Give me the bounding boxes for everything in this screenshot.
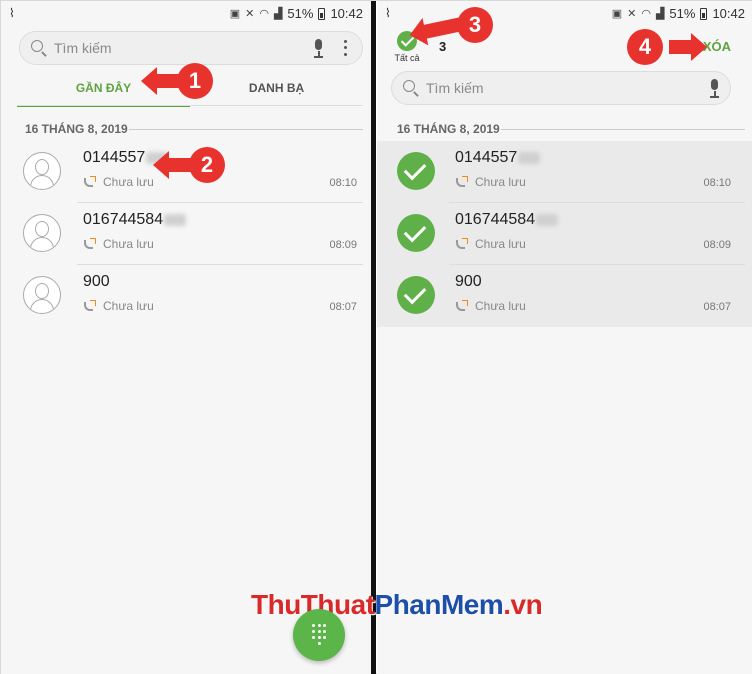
phone-number: 900 [83, 273, 110, 290]
outgoing-call-icon [83, 299, 97, 313]
screenshot-frame: ⌇ ▣ ✕ ◠ ▟ 51% 10:42 Tìm kiếm GẦN ĐÂY DAN… [0, 0, 752, 674]
contact-status: Chưa lưu [103, 237, 154, 251]
battery-icon [318, 7, 326, 20]
search-icon [30, 39, 48, 57]
clock: 10:42 [330, 6, 363, 21]
more-options-icon[interactable] [338, 38, 352, 58]
avatar [23, 152, 61, 190]
call-log-item[interactable]: 900 Chưa lưu 08:07 [1, 265, 371, 327]
section-date-header: 16 THÁNG 8, 2019 [397, 122, 500, 136]
right-phone-screen: ⌇ ▣ ✕ ◠ ▟ 51% 10:42 Tất cả 3 XÓA Tìm kiế… [377, 1, 752, 674]
phone-number: 016744584 [83, 211, 164, 228]
tab-contacts[interactable]: DANH BẠ [190, 69, 363, 107]
selected-check-icon[interactable] [397, 152, 435, 190]
outgoing-call-icon [455, 299, 469, 313]
blurred-digits [164, 213, 187, 226]
contact-status: Chưa lưu [475, 237, 526, 251]
call-log-item[interactable]: 0144557 Chưa lưu 08:10 [1, 141, 371, 203]
delete-button[interactable]: XÓA [703, 39, 731, 54]
mute-icon: ✕ [627, 8, 637, 20]
blurred-digits [536, 213, 559, 226]
call-log-item-selected[interactable]: 016744584 Chưa lưu 08:09 [377, 203, 752, 265]
outgoing-call-icon [83, 237, 97, 251]
search-icon [402, 79, 420, 97]
activity-icon: ⌇ [9, 6, 15, 20]
blurred-digits [518, 151, 541, 164]
contact-status: Chưa lưu [103, 175, 154, 189]
outgoing-call-icon [455, 175, 469, 189]
phone-number: 0144557 [455, 149, 518, 166]
sim-icon: ▣ [229, 8, 241, 20]
sim-icon: ▣ [611, 8, 623, 20]
activity-icon: ⌇ [385, 6, 391, 20]
battery-percent: 51% [287, 6, 314, 21]
left-phone-screen: ⌇ ▣ ✕ ◠ ▟ 51% 10:42 Tìm kiếm GẦN ĐÂY DAN… [1, 1, 371, 674]
search-input[interactable]: Tìm kiếm [54, 40, 306, 56]
phone-number: 016744584 [455, 211, 536, 228]
outgoing-call-icon [83, 175, 97, 189]
battery-icon [700, 7, 708, 20]
select-all-label: Tất cả [394, 53, 420, 63]
outgoing-call-icon [455, 237, 469, 251]
microphone-icon[interactable] [708, 78, 720, 98]
search-bar[interactable]: Tìm kiếm [19, 31, 363, 65]
search-input[interactable]: Tìm kiếm [426, 80, 702, 96]
step-arrow-4 [669, 40, 693, 54]
call-time: 08:10 [329, 177, 357, 189]
search-bar[interactable]: Tìm kiếm [391, 71, 731, 105]
selected-check-icon[interactable] [397, 214, 435, 252]
section-date-header: 16 THÁNG 8, 2019 [25, 122, 128, 136]
status-bar: ⌇ ▣ ✕ ◠ ▟ 51% 10:42 [1, 1, 371, 27]
phone-number: 0144557 [83, 149, 146, 166]
selected-count: 3 [439, 39, 447, 54]
call-time: 08:09 [703, 239, 731, 251]
clock: 10:42 [712, 6, 745, 21]
call-log-item-selected[interactable]: 0144557 Chưa lưu 08:10 [377, 141, 752, 203]
call-time: 08:09 [329, 239, 357, 251]
tab-divider [17, 105, 363, 106]
contact-status: Chưa lưu [103, 299, 154, 313]
call-time: 08:07 [703, 301, 731, 313]
call-time: 08:07 [329, 301, 357, 313]
avatar [23, 276, 61, 314]
signal-icon: ▟ [273, 8, 283, 20]
signal-icon: ▟ [655, 8, 665, 20]
call-log-item-selected[interactable]: 900 Chưa lưu 08:07 [377, 265, 752, 327]
contact-status: Chưa lưu [475, 299, 526, 313]
wifi-icon: ◠ [641, 8, 651, 20]
dialpad-button[interactable] [293, 609, 345, 661]
microphone-icon[interactable] [312, 38, 324, 58]
step-arrow-1 [141, 67, 185, 95]
avatar [23, 214, 61, 252]
section-divider [129, 129, 363, 130]
contact-status: Chưa lưu [475, 175, 526, 189]
site-watermark: ThuThuatPhanMem.vn [251, 589, 543, 620]
dialpad-icon [312, 624, 326, 645]
selected-check-icon[interactable] [397, 276, 435, 314]
phone-number: 900 [455, 273, 482, 290]
step-arrow-2 [153, 151, 197, 179]
wifi-icon: ◠ [259, 8, 269, 20]
section-divider [501, 129, 745, 130]
call-time: 08:10 [703, 177, 731, 189]
step-badge-4: 4 [627, 29, 663, 65]
battery-percent: 51% [669, 6, 696, 21]
panel-divider [371, 1, 376, 674]
call-log-item[interactable]: 016744584 Chưa lưu 08:09 [1, 203, 371, 265]
mute-icon: ✕ [245, 8, 255, 20]
